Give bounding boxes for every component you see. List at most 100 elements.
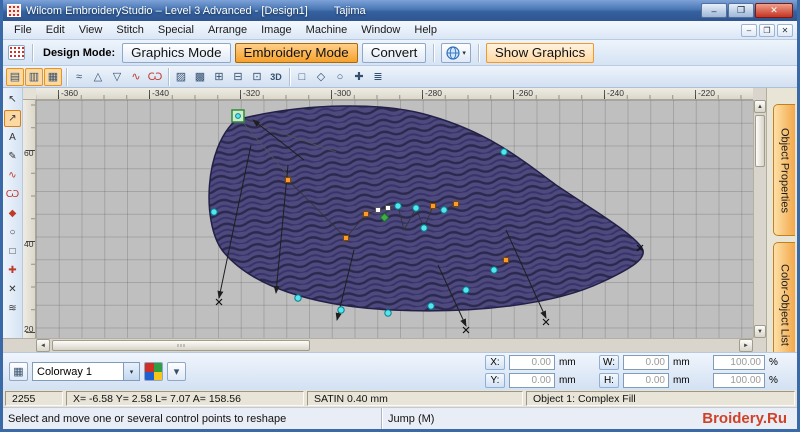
minimize-button[interactable]: – bbox=[701, 3, 727, 18]
design-canvas-area[interactable] bbox=[36, 100, 753, 338]
mdi-close-button[interactable]: ✕ bbox=[777, 23, 793, 37]
toolbar-icon[interactable]: ▥ bbox=[25, 67, 43, 86]
h-unit: mm bbox=[672, 375, 690, 386]
colorway-select[interactable]: Colorway 1 ▾ bbox=[32, 362, 140, 381]
docked-panel-tabs: Object Properties Color-Object List bbox=[766, 88, 797, 368]
palette-dropdown-icon[interactable]: ▾ bbox=[167, 362, 186, 381]
titlebar: Wilcom EmbroideryStudio – Level 3 Advanc… bbox=[3, 0, 797, 21]
chevron-down-icon: ▾ bbox=[462, 49, 466, 57]
toolbar-icon[interactable]: ○ bbox=[331, 68, 349, 86]
colorway-name: Colorway 1 bbox=[37, 365, 93, 378]
graphics-mode-button[interactable]: Graphics Mode bbox=[122, 42, 231, 63]
scroll-up-icon[interactable]: ▲ bbox=[754, 100, 766, 113]
x-value-field[interactable]: 0.00 bbox=[508, 355, 555, 370]
menu-image[interactable]: Image bbox=[254, 21, 299, 39]
delete-point-tool[interactable]: ✕ bbox=[4, 281, 21, 298]
scale-x-field[interactable]: 100.00 bbox=[713, 355, 765, 370]
thread-colors-icon[interactable] bbox=[144, 362, 163, 381]
toolbar-icon[interactable]: ∿ bbox=[127, 68, 145, 86]
toolbar-icon[interactable]: ✚ bbox=[350, 68, 368, 86]
toolbar-icon[interactable]: Ѡ bbox=[146, 68, 164, 86]
toolbar-icon[interactable]: ⊟ bbox=[229, 68, 247, 86]
status-bar: 2255 X= -6.58 Y= 2.58 L= 7.07 A= 158.56 … bbox=[3, 390, 797, 407]
embroidery-mode-button[interactable]: Embroidery Mode bbox=[234, 42, 358, 63]
toolbar-icon[interactable]: ▽ bbox=[108, 68, 126, 86]
close-button[interactable]: ✕ bbox=[755, 3, 793, 18]
show-graphics-button[interactable]: Show Graphics bbox=[485, 42, 595, 63]
fill-tool[interactable]: ◆ bbox=[4, 205, 21, 222]
colorway-grid-icon[interactable]: ▦ bbox=[9, 362, 28, 381]
vertical-scroll-thumb[interactable] bbox=[755, 115, 765, 167]
stitch-count: 2255 bbox=[5, 391, 63, 406]
ruler-label: -260 bbox=[516, 88, 534, 98]
scrollbar-corner bbox=[753, 338, 766, 352]
add-point-tool[interactable]: ✚ bbox=[4, 262, 21, 279]
hoop-globe-button[interactable]: ▾ bbox=[441, 42, 471, 63]
convert-button[interactable]: Convert bbox=[361, 42, 427, 63]
xy-row-1: X: 0.00 mm W: 0.00 mm 100.00 % bbox=[484, 355, 789, 370]
toolbar-icon[interactable]: △ bbox=[89, 68, 107, 86]
scale-y-field[interactable]: 100.00 bbox=[712, 373, 765, 388]
lettering-tool[interactable]: A bbox=[4, 129, 21, 146]
y-unit: mm bbox=[558, 375, 576, 386]
satin-tool[interactable]: Ѡ bbox=[4, 186, 21, 203]
reshape-tool[interactable]: ↗ bbox=[4, 110, 21, 127]
menu-special[interactable]: Special bbox=[151, 21, 201, 39]
icon-toolbar: ▤ ▥ ▦ ≈ △ ▽ ∿ Ѡ ▨ ▩ ⊞ ⊟ ⊡ 3D □ ◇ ○ ✚ ≣ bbox=[3, 66, 797, 88]
menu-view[interactable]: View bbox=[72, 21, 110, 39]
toolbar-icon[interactable]: ≣ bbox=[369, 68, 387, 86]
scroll-down-icon[interactable]: ▼ bbox=[754, 325, 766, 338]
vertical-ruler: 60 40 20 bbox=[23, 100, 36, 338]
toolbar-icon[interactable]: ▨ bbox=[172, 68, 190, 86]
percent-label: % bbox=[768, 375, 778, 386]
rectangle-tool[interactable]: □ bbox=[4, 243, 21, 260]
scroll-right-icon[interactable]: ► bbox=[739, 339, 753, 352]
menu-stitch[interactable]: Stitch bbox=[109, 21, 151, 39]
mdi-controls: – ❐ ✕ bbox=[741, 23, 793, 37]
tab-object-properties[interactable]: Object Properties bbox=[773, 104, 795, 236]
horizontal-scrollbar[interactable]: ◄ ► bbox=[36, 338, 753, 352]
start-point-marker[interactable] bbox=[231, 109, 245, 123]
pen-tool[interactable]: ✎ bbox=[4, 148, 21, 165]
menu-window[interactable]: Window bbox=[354, 21, 407, 39]
ruler-corner bbox=[23, 88, 36, 100]
vertical-scrollbar[interactable]: ▲ ▼ bbox=[753, 100, 766, 338]
toolbar-icon[interactable]: ≈ bbox=[70, 68, 88, 86]
menu-file[interactable]: File bbox=[7, 21, 39, 39]
mdi-restore-button[interactable]: ❐ bbox=[759, 23, 775, 37]
chevron-down-icon[interactable]: ▾ bbox=[123, 363, 139, 380]
toolbar-icon-3d[interactable]: 3D bbox=[267, 68, 285, 86]
position-size-panel: X: 0.00 mm W: 0.00 mm 100.00 % Y: 0.00 m… bbox=[484, 355, 789, 388]
run-stitch-tool[interactable]: ∿ bbox=[4, 167, 21, 184]
maximize-button[interactable]: ❐ bbox=[728, 3, 754, 18]
menu-arrange[interactable]: Arrange bbox=[201, 21, 254, 39]
w-value-field[interactable]: 0.00 bbox=[623, 355, 669, 370]
y-value-field[interactable]: 0.00 bbox=[508, 373, 555, 388]
separator bbox=[289, 67, 290, 86]
toolbar-icon[interactable]: □ bbox=[293, 68, 311, 86]
xy-row-2: Y: 0.00 mm H: 0.00 mm 100.00 % bbox=[484, 373, 789, 388]
toolbar-icon[interactable]: ⊡ bbox=[248, 68, 266, 86]
percent-label: % bbox=[769, 357, 778, 368]
y-label: Y: bbox=[484, 373, 505, 388]
ellipse-tool[interactable]: ○ bbox=[4, 224, 21, 241]
scroll-left-icon[interactable]: ◄ bbox=[36, 339, 50, 352]
toolbar-icon[interactable]: ▤ bbox=[6, 67, 24, 86]
toolbar-icon[interactable]: ⊞ bbox=[210, 68, 228, 86]
ruler-label: 20 bbox=[24, 324, 34, 334]
w-unit: mm bbox=[673, 357, 690, 368]
tab-color-object-list[interactable]: Color-Object List bbox=[773, 242, 795, 368]
design-canvas[interactable] bbox=[36, 100, 753, 338]
horizontal-scroll-thumb[interactable] bbox=[52, 340, 310, 351]
h-value-field[interactable]: 0.00 bbox=[622, 373, 669, 388]
mdi-minimize-button[interactable]: – bbox=[741, 23, 757, 37]
toolbar-icon[interactable]: ▩ bbox=[191, 68, 209, 86]
menu-help[interactable]: Help bbox=[407, 21, 444, 39]
cursor-coordinates: X= -6.58 Y= 2.58 L= 7.07 A= 158.56 bbox=[66, 391, 304, 406]
select-tool[interactable]: ↖ bbox=[4, 91, 21, 108]
stitch-edit-tool[interactable]: ≋ bbox=[4, 300, 21, 317]
menu-machine[interactable]: Machine bbox=[299, 21, 355, 39]
toolbar-icon[interactable]: ▦ bbox=[44, 67, 62, 86]
toolbar-icon[interactable]: ◇ bbox=[312, 68, 330, 86]
menu-edit[interactable]: Edit bbox=[39, 21, 72, 39]
